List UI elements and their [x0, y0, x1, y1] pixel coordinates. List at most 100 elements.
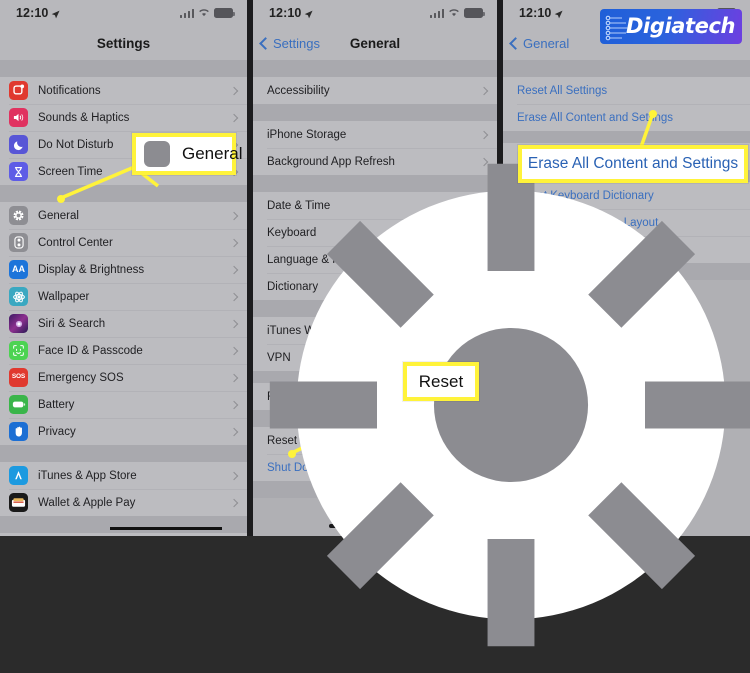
chevron-right-icon — [229, 319, 239, 328]
list-item-label: Regulatory — [267, 390, 323, 403]
list-item-background-app-refresh[interactable]: Background App Refresh — [253, 148, 497, 175]
sliders-icon — [9, 233, 28, 252]
status-bar: 12:10 — [0, 0, 247, 26]
list-item-regulatory[interactable]: Regulatory — [253, 383, 497, 410]
three-panel-tutorial: 12:10 Settings Notifications Sounds & Ha… — [0, 0, 750, 536]
section-gap — [503, 131, 750, 143]
sidebar-item-general[interactable]: General — [0, 202, 247, 229]
sidebar-item-privacy[interactable]: Privacy — [0, 418, 247, 445]
hand-icon — [9, 422, 28, 441]
list-item-reset-network-settings[interactable]: Reset Network Settings — [503, 143, 750, 170]
list-item-label: Reset — [267, 434, 298, 447]
list-item-date-time[interactable]: Date & Time — [253, 192, 497, 219]
general-group-5: Regulatory — [253, 383, 497, 410]
sidebar-item-label: Wallpaper — [38, 290, 90, 303]
sidebar-item-notifications[interactable]: Notifications — [0, 77, 247, 104]
sidebar-item-wallet-apple-pay[interactable]: Wallet & Apple Pay — [0, 489, 247, 516]
list-item-accessibility[interactable]: Accessibility — [253, 77, 497, 104]
list-item-itunes-wifi-sync[interactable]: iTunes Wi-Fi Sync — [253, 317, 497, 344]
flower-icon — [9, 287, 28, 306]
sidebar-item-display-brightness[interactable]: AA Display & Brightness — [0, 256, 247, 283]
sidebar-item-label: General — [38, 209, 79, 222]
sidebar-item-itunes-app-store[interactable]: iTunes & App Store — [0, 462, 247, 489]
sidebar-item-wallpaper[interactable]: Wallpaper — [0, 283, 247, 310]
status-indicators — [179, 4, 235, 22]
settings-group-2: General Control Center AA Display & Brig… — [0, 202, 247, 445]
list-item-reset[interactable]: Reset — [253, 427, 497, 454]
sidebar-item-battery[interactable]: Battery — [0, 391, 247, 418]
sos-icon: SOS — [9, 368, 28, 387]
sidebar-item-label: Display & Brightness — [38, 263, 145, 276]
chevron-right-icon — [229, 211, 239, 220]
chevron-right-icon — [479, 282, 489, 291]
settings-group-1: Notifications Sounds & Haptics Do Not Di… — [0, 77, 247, 185]
status-time-text: 12:10 — [269, 6, 302, 20]
list-item-label: iPhone Storage — [267, 128, 347, 141]
back-button-general[interactable]: General — [509, 36, 569, 51]
wallet-icon — [9, 493, 28, 512]
hourglass-icon — [9, 162, 28, 181]
list-item-iphone-storage[interactable]: iPhone Storage — [253, 121, 497, 148]
sidebar-item-label: Screen Time — [38, 165, 103, 178]
section-gap — [503, 60, 750, 77]
aa-icon: AA — [9, 260, 28, 279]
list-item-label: Reset Home Screen Layout — [517, 216, 659, 229]
sidebar-item-label: Emergency SOS — [38, 371, 124, 384]
faceid-icon — [9, 341, 28, 360]
chevron-right-icon — [229, 167, 239, 176]
sidebar-item-do-not-disturb[interactable]: Do Not Disturb — [0, 131, 247, 158]
cellular-signal-icon — [179, 8, 194, 18]
general-group-1: Accessibility — [253, 77, 497, 104]
list-item-label: Keyboard — [267, 226, 317, 239]
sidebar-item-sounds-haptics[interactable]: Sounds & Haptics — [0, 104, 247, 131]
list-item-reset-keyboard-dictionary[interactable]: Reset Keyboard Dictionary — [503, 182, 750, 209]
sidebar-item-label: Do Not Disturb — [38, 138, 114, 151]
back-button-settings[interactable]: Settings — [259, 36, 320, 51]
general-group-2: iPhone Storage Background App Refresh — [253, 121, 497, 175]
navigation-bar: Settings — [0, 26, 247, 60]
status-indicators — [429, 4, 485, 22]
list-item-vpn[interactable]: VPN Not Connected — [253, 344, 497, 371]
sidebar-item-face-id-passcode[interactable]: Face ID & Passcode — [0, 337, 247, 364]
circuit-decoration-icon — [605, 15, 628, 41]
reset-group-1: Reset All Settings Erase All Content and… — [503, 77, 750, 131]
status-time: 12:10 — [16, 6, 61, 20]
chevron-right-icon — [229, 86, 239, 95]
reset-list[interactable]: Reset All Settings Erase All Content and… — [503, 60, 750, 536]
battery-icon — [464, 8, 485, 18]
list-item-shut-down[interactable]: Shut Down — [253, 454, 497, 481]
general-group-4: iTunes Wi-Fi Sync VPN Not Connected — [253, 317, 497, 371]
appstore-icon — [9, 466, 28, 485]
phone-panel-settings: 12:10 Settings Notifications Sounds & Ha… — [0, 0, 250, 536]
gear-icon — [9, 206, 28, 225]
sidebar-item-siri-search[interactable]: Siri & Search — [0, 310, 247, 337]
location-arrow-icon — [304, 8, 314, 18]
list-item-reset-home-screen-layout[interactable]: Reset Home Screen Layout — [503, 209, 750, 236]
sidebar-item-label: Wallet & Apple Pay — [38, 496, 136, 509]
list-item-dictionary[interactable]: Dictionary — [253, 273, 497, 300]
sidebar-item-screen-time[interactable]: Screen Time — [0, 158, 247, 185]
status-time-text: 12:10 — [519, 6, 552, 20]
sidebar-item-emergency-sos[interactable]: SOS Emergency SOS — [0, 364, 247, 391]
general-group-3: Date & Time Keyboard Language & Region D… — [253, 192, 497, 300]
list-item-reset-all-settings[interactable]: Reset All Settings — [503, 77, 750, 104]
list-item-erase-all-content-and-settings[interactable]: Erase All Content and Settings — [503, 104, 750, 131]
status-time-text: 12:10 — [16, 6, 49, 20]
sidebar-item-control-center[interactable]: Control Center — [0, 229, 247, 256]
list-item-label: Reset All Settings — [517, 84, 608, 97]
chevron-right-icon — [229, 265, 239, 274]
sidebar-item-label: Face ID & Passcode — [38, 344, 143, 357]
settings-list[interactable]: Notifications Sounds & Haptics Do Not Di… — [0, 60, 247, 536]
notifications-icon — [9, 81, 28, 100]
list-item-keyboard[interactable]: Keyboard — [253, 219, 497, 246]
chevron-right-icon — [479, 228, 489, 237]
general-list[interactable]: Accessibility iPhone Storage Background … — [253, 60, 497, 536]
general-group-6: Reset Shut Down — [253, 427, 497, 481]
list-item-language-region[interactable]: Language & Region — [253, 246, 497, 273]
list-item-reset-location-privacy[interactable]: Reset Location & Privacy — [503, 236, 750, 263]
chevron-right-icon — [479, 353, 489, 362]
chevron-right-icon — [229, 373, 239, 382]
section-gap — [253, 300, 497, 317]
chevron-right-icon — [229, 400, 239, 409]
chevron-right-icon — [479, 436, 489, 445]
